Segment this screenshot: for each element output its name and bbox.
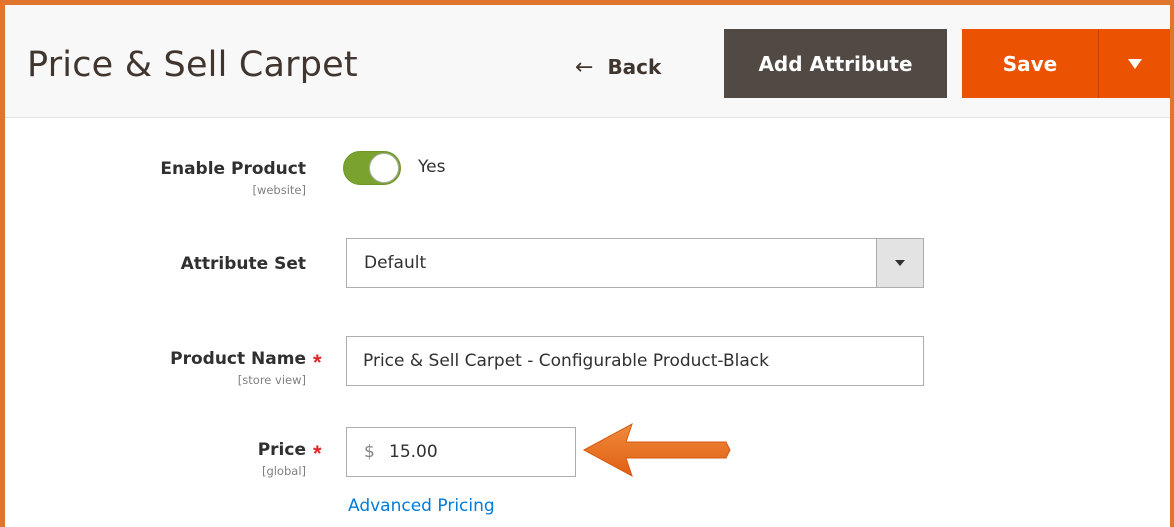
price-label-group: Price [global] bbox=[258, 440, 306, 478]
price-field: $ bbox=[346, 427, 576, 477]
enable-product-scope: [website] bbox=[252, 183, 306, 197]
attribute-set-label-group: Attribute Set bbox=[181, 254, 306, 274]
enable-product-label: Enable Product bbox=[160, 159, 306, 179]
attribute-set-value: Default bbox=[364, 253, 427, 273]
add-attribute-label: Add Attribute bbox=[758, 51, 913, 76]
currency-symbol: $ bbox=[364, 442, 375, 462]
save-split-button: Save bbox=[962, 29, 1170, 98]
enable-product-toggle[interactable] bbox=[343, 151, 401, 185]
attribute-set-select[interactable]: Default bbox=[346, 238, 924, 288]
enable-product-label-group: Enable Product [website] bbox=[160, 159, 306, 197]
caret-down-icon bbox=[1127, 58, 1142, 69]
page-title: Price & Sell Carpet bbox=[27, 45, 358, 85]
page-header: Price & Sell Carpet ← Back Add Attribute… bbox=[5, 5, 1170, 118]
back-label: Back bbox=[607, 55, 662, 79]
product-name-scope: [store view] bbox=[237, 373, 306, 387]
required-asterisk: * bbox=[313, 350, 322, 375]
back-button[interactable]: ← Back bbox=[575, 47, 661, 87]
toggle-knob bbox=[369, 153, 399, 183]
caret-down-icon bbox=[895, 260, 905, 266]
price-scope: [global] bbox=[261, 464, 306, 478]
required-asterisk: * bbox=[313, 441, 322, 466]
save-options-toggle[interactable] bbox=[1099, 29, 1170, 98]
product-name-label: Product Name bbox=[170, 349, 306, 369]
save-label: Save bbox=[1002, 51, 1058, 76]
select-toggle[interactable] bbox=[876, 239, 923, 287]
price-label: Price bbox=[257, 440, 306, 460]
enable-product-value: Yes bbox=[418, 157, 446, 177]
advanced-pricing-link[interactable]: Advanced Pricing bbox=[348, 496, 495, 516]
arrow-left-icon: ← bbox=[575, 54, 594, 80]
price-input[interactable] bbox=[389, 429, 569, 475]
attribute-set-label: Attribute Set bbox=[180, 254, 306, 274]
product-name-label-group: Product Name [store view] bbox=[170, 349, 306, 387]
arrow-left-callout-icon bbox=[582, 422, 731, 478]
save-button[interactable]: Save bbox=[962, 29, 1099, 98]
product-name-input[interactable] bbox=[346, 336, 924, 386]
add-attribute-button[interactable]: Add Attribute bbox=[724, 29, 947, 98]
